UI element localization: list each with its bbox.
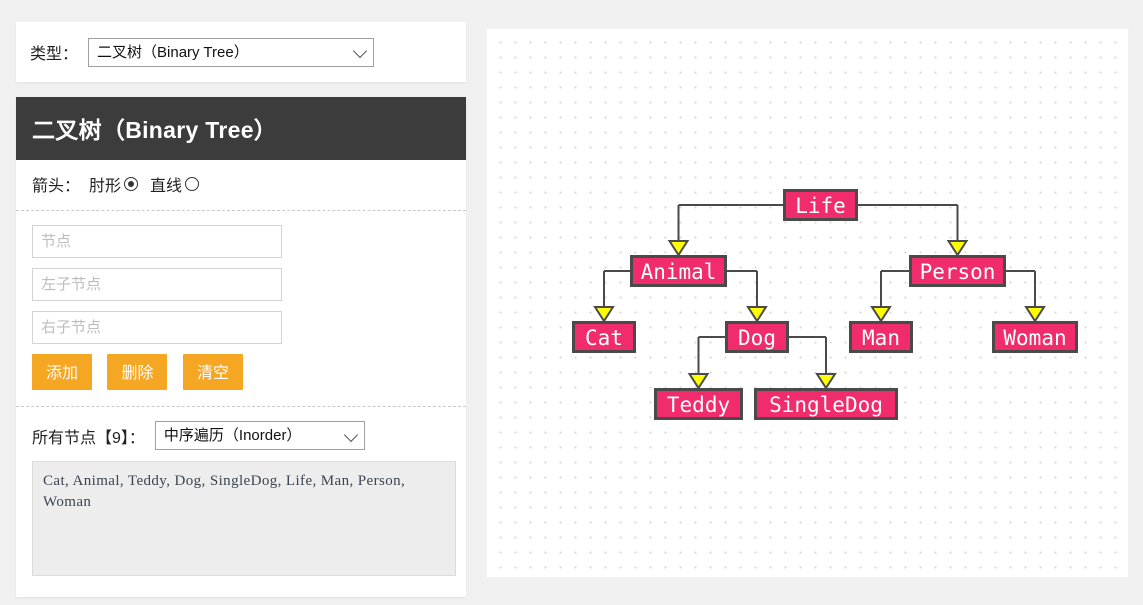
clear-button[interactable]: 清空 bbox=[182, 354, 243, 390]
arrow-head-icon bbox=[593, 306, 615, 323]
arrow-style-label: 箭头： bbox=[32, 178, 81, 195]
arrow-head-icon bbox=[946, 240, 969, 257]
radio-elbow-icon[interactable] bbox=[124, 177, 139, 191]
arrow-head-icon bbox=[1024, 306, 1046, 323]
button-row: 添加 删除 清空 bbox=[32, 354, 450, 390]
tree-node-singledog[interactable]: SingleDog bbox=[754, 388, 898, 420]
tree-control-panel: 二叉树（Binary Tree） 箭头： 肘形 直线 添加 bbox=[16, 97, 466, 597]
tree-node-dog[interactable]: Dog bbox=[725, 321, 789, 353]
radio-straight[interactable]: 直线 bbox=[150, 172, 200, 196]
traversal-output[interactable]: Cat, Animal, Teddy, Dog, SingleDog, Life… bbox=[32, 461, 456, 576]
tree-connectors bbox=[593, 204, 1046, 390]
app-root: 类型： 二叉树（Binary Tree） 二叉树（Binary Tree） 箭头… bbox=[0, 0, 1143, 605]
type-selector-panel: 类型： 二叉树（Binary Tree） bbox=[16, 22, 466, 82]
radio-straight-label: 直线 bbox=[150, 178, 183, 195]
right-child-input[interactable] bbox=[32, 311, 282, 344]
tree-node-person[interactable]: Person bbox=[909, 255, 1006, 287]
arrow-head-icon bbox=[667, 240, 690, 257]
type-select[interactable]: 二叉树（Binary Tree） bbox=[88, 37, 375, 67]
left-child-input[interactable] bbox=[32, 268, 282, 301]
traversal-select-wrap: 中序遍历（Inorder） bbox=[154, 421, 365, 450]
arrow-style-row: 箭头： 肘形 直线 bbox=[16, 160, 466, 211]
traversal-row: 所有节点【9】： 中序遍历（Inorder） bbox=[32, 421, 450, 450]
tree-node-woman[interactable]: Woman bbox=[992, 321, 1078, 353]
type-label: 类型： bbox=[30, 46, 79, 63]
type-select-wrap: 二叉树（Binary Tree） bbox=[88, 37, 375, 67]
node-input[interactable] bbox=[32, 225, 282, 258]
tree-node-cat[interactable]: Cat bbox=[572, 321, 636, 353]
traversal-select[interactable]: 中序遍历（Inorder） bbox=[154, 421, 365, 450]
arrow-head-icon bbox=[815, 373, 837, 390]
delete-button[interactable]: 删除 bbox=[107, 354, 168, 390]
tree-node-man[interactable]: Man bbox=[849, 321, 913, 353]
node-form-section: 添加 删除 清空 bbox=[16, 211, 466, 407]
left-column: 类型： 二叉树（Binary Tree） 二叉树（Binary Tree） 箭头… bbox=[16, 22, 466, 597]
tree-node-animal[interactable]: Animal bbox=[630, 255, 727, 287]
radio-straight-icon[interactable] bbox=[185, 177, 200, 191]
tree-node-teddy[interactable]: Teddy bbox=[654, 388, 743, 420]
add-button[interactable]: 添加 bbox=[32, 354, 93, 390]
page-title: 二叉树（Binary Tree） bbox=[16, 97, 466, 160]
radio-elbow[interactable]: 肘形 bbox=[89, 172, 139, 196]
arrow-head-icon bbox=[687, 373, 710, 390]
traversal-section: 所有节点【9】： 中序遍历（Inorder） Cat, Animal, Tedd… bbox=[16, 407, 466, 597]
traversal-label: 所有节点【9】： bbox=[32, 429, 145, 447]
arrow-head-icon bbox=[870, 306, 892, 323]
radio-elbow-label: 肘形 bbox=[89, 178, 122, 195]
arrow-head-icon bbox=[746, 306, 768, 323]
tree-node-life[interactable]: Life bbox=[783, 189, 858, 221]
tree-canvas[interactable]: Life Animal Person Cat Dog Man Woman Teddy Singl… bbox=[486, 28, 1129, 578]
